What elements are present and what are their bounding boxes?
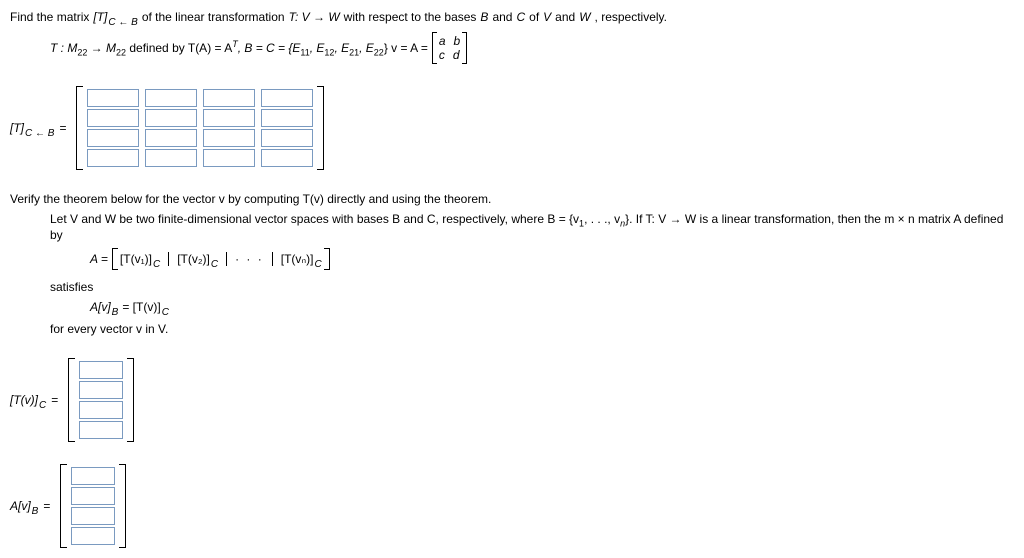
forevery-line: for every vector v in V.	[50, 322, 1014, 336]
text: and	[555, 10, 575, 24]
text: T: V → W	[289, 10, 340, 24]
text: C	[516, 10, 525, 24]
vector-cell[interactable]	[71, 487, 115, 505]
text: with respect to the bases	[344, 10, 477, 24]
matrix-cell[interactable]	[87, 129, 139, 147]
A-def-line: A = [T(v₁)]C [T(v₂)]C · · · [T(vₙ)]C	[90, 248, 1014, 270]
matrix-cell[interactable]	[145, 89, 197, 107]
text: and	[492, 10, 512, 24]
satisfies-line: satisfies	[50, 280, 1014, 294]
verify-line: Verify the theorem below for the vector …	[10, 192, 1014, 206]
AvB-eq-line: A[v]B = [T(v)]C	[90, 300, 1014, 314]
matrix-TCB-row: [T] C ← B =	[10, 86, 1014, 170]
matrix-cell[interactable]	[261, 89, 313, 107]
matrix-cell[interactable]	[203, 109, 255, 127]
matrix-TCB-input	[76, 86, 324, 170]
TvC-row: [T(v)] C =	[10, 358, 1014, 442]
vector-cell[interactable]	[79, 381, 123, 399]
text: W	[579, 10, 590, 24]
matrix-cell[interactable]	[261, 109, 313, 127]
matrix-cell[interactable]	[87, 149, 139, 167]
text: B	[480, 10, 488, 24]
matrix-cell[interactable]	[203, 89, 255, 107]
text: V	[543, 10, 551, 24]
label-AvB: A[v] B =	[10, 499, 50, 513]
matrix-cell[interactable]	[145, 149, 197, 167]
text: of the linear transformation	[142, 10, 285, 24]
label-TCB: [T] C ← B =	[10, 121, 66, 135]
expr-T-CB: [T] C ← B	[93, 10, 137, 24]
text: , respectively.	[595, 10, 667, 24]
text: T : M22 → M22 defined by T(A) = AT, B = …	[50, 39, 428, 57]
prompt-line-1: Find the matrix [T] C ← B of the linear …	[10, 10, 1014, 24]
text: A =	[90, 252, 108, 266]
vector-cell[interactable]	[71, 467, 115, 485]
matrix-cell[interactable]	[145, 129, 197, 147]
matrix-A-2x2: ab cd	[432, 32, 467, 64]
vector-cell[interactable]	[79, 401, 123, 419]
matrix-cell[interactable]	[203, 149, 255, 167]
A-columns-bracket: [T(v₁)]C [T(v₂)]C · · · [T(vₙ)]C	[112, 248, 330, 270]
vector-cell[interactable]	[79, 421, 123, 439]
matrix-cell[interactable]	[261, 149, 313, 167]
matrix-cell[interactable]	[145, 109, 197, 127]
matrix-cell[interactable]	[87, 89, 139, 107]
matrix-cell[interactable]	[203, 129, 255, 147]
vector-cell[interactable]	[79, 361, 123, 379]
prompt-line-2: T : M22 → M22 defined by T(A) = AT, B = …	[50, 32, 1014, 64]
let-line: Let V and W be two finite-dimensional ve…	[50, 212, 1014, 242]
AvB-row: A[v] B =	[10, 464, 1014, 548]
label-TvC: [T(v)] C =	[10, 393, 58, 407]
text: Find the matrix	[10, 10, 89, 24]
vector-TvC-input	[68, 358, 134, 442]
matrix-cell[interactable]	[87, 109, 139, 127]
text: of	[529, 10, 539, 24]
vector-AvB-input	[60, 464, 126, 548]
matrix-cell[interactable]	[261, 129, 313, 147]
vector-cell[interactable]	[71, 507, 115, 525]
vector-cell[interactable]	[71, 527, 115, 545]
